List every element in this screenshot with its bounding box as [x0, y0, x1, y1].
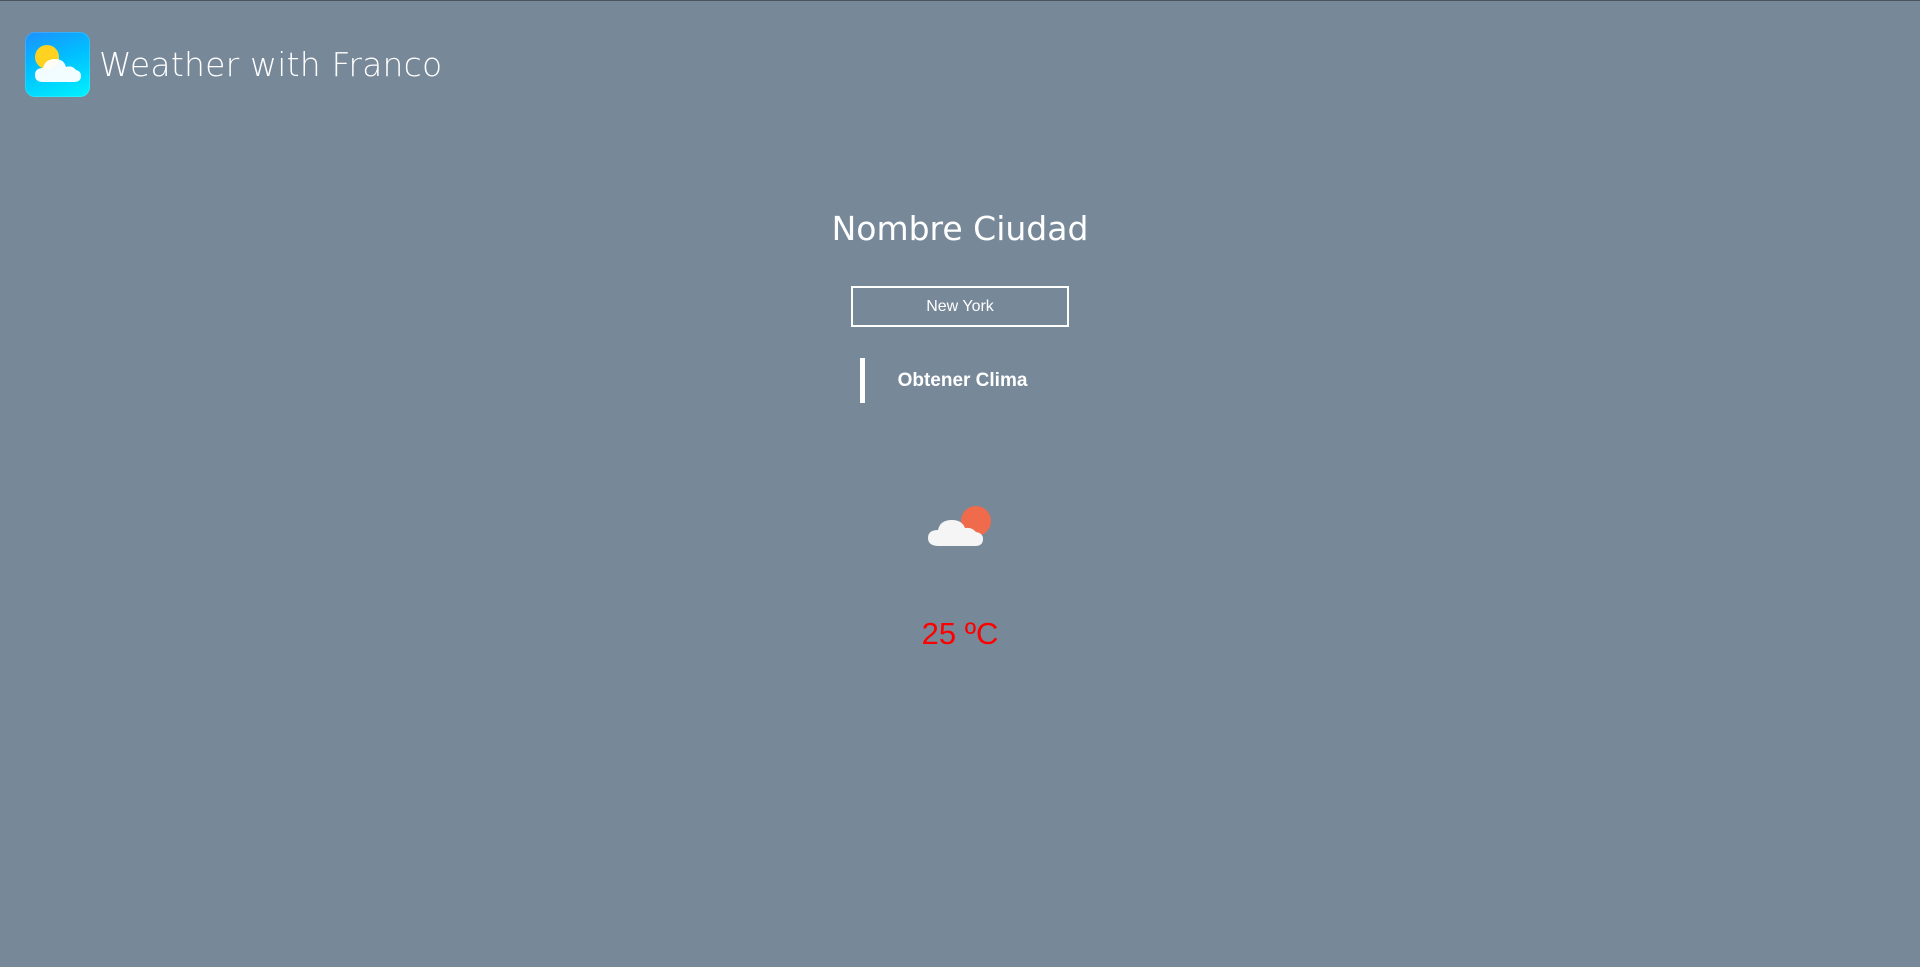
city-heading: Nombre Ciudad	[831, 209, 1089, 248]
partly-cloudy-icon	[925, 501, 995, 551]
partly-cloudy-app-icon	[25, 32, 90, 97]
temperature-readout: 25 ºC	[921, 616, 999, 651]
app-header: Weather with Franco	[25, 32, 442, 97]
city-input[interactable]	[851, 286, 1069, 327]
app-title: Weather with Franco	[99, 45, 443, 84]
get-weather-button[interactable]: Obtener Clima	[860, 358, 1060, 403]
